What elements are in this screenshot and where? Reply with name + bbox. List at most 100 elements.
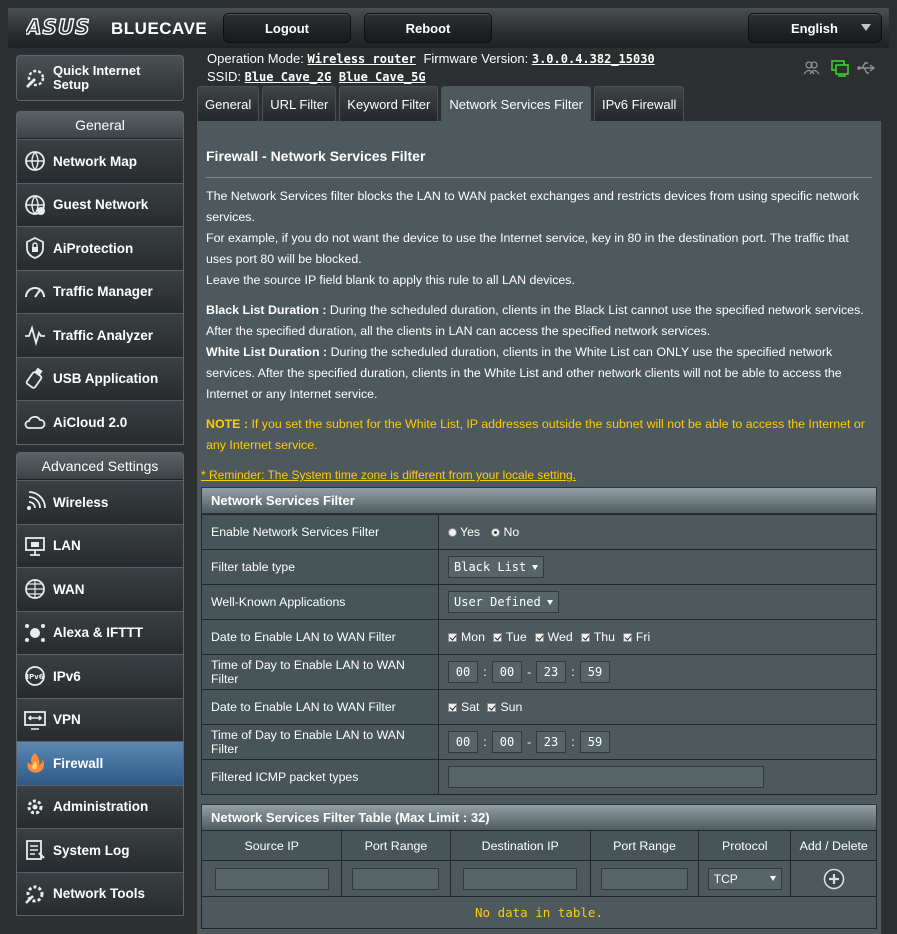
tab-ipv6-firewall[interactable]: IPv6 Firewall — [594, 86, 685, 121]
weekend-end-hour-input[interactable]: 23 — [536, 731, 566, 753]
sidebar-item-label: Traffic Manager — [53, 284, 153, 300]
logout-button[interactable]: Logout — [223, 13, 351, 43]
sidebar-item-network-tools[interactable]: Network Tools — [17, 871, 183, 915]
description: The Network Services filter blocks the L… — [206, 186, 876, 291]
language-select[interactable]: English — [748, 13, 882, 43]
enable-no-radio[interactable]: No — [491, 525, 519, 539]
weekend-time-label: Time of Day to Enable LAN to WAN Filter — [201, 724, 439, 760]
advanced-settings-menu: Advanced Settings Wireless LAN WAN Alexa & … — [16, 452, 184, 916]
filter-section-header: Network Services Filter — [201, 487, 877, 514]
enable-yes-radio[interactable]: Yes — [448, 525, 480, 539]
sidebar-item-aicloud-2-0[interactable]: AiCloud 2.0 — [17, 400, 183, 444]
filter-table-type-select[interactable]: Black List — [448, 556, 545, 578]
guest-network-icon — [25, 194, 45, 215]
sidebar-item-aiprotection[interactable]: AiProtection — [17, 226, 183, 270]
new-rule-row: TCP — [200, 860, 877, 897]
sidebar-item-wan[interactable]: WAN — [17, 567, 183, 611]
sidebar-item-traffic-analyzer[interactable]: Traffic Analyzer — [17, 313, 183, 357]
wan-icon — [25, 579, 45, 599]
checkbox-checked — [487, 703, 497, 712]
column-header: Source IP — [200, 830, 343, 861]
quick-internet-setup-button[interactable]: Quick Internet Setup — [16, 55, 184, 101]
description-line: For example, if you do not want the devi… — [206, 231, 849, 266]
checkbox-checked — [534, 633, 544, 642]
sidebar-item-wireless[interactable]: Wireless — [17, 480, 183, 524]
weekday-start-hour-input[interactable]: 00 — [448, 661, 478, 683]
tab-network-services-filter[interactable]: Network Services Filter — [441, 86, 591, 121]
sidebar-item-ipv6[interactable]: IPv6 IPv6 — [17, 654, 183, 698]
note-text: If you set the subnet for the White List… — [206, 417, 865, 452]
operation-mode-link[interactable]: Wireless router — [307, 52, 415, 66]
sidebar-item-network-map[interactable]: Network Map — [17, 139, 183, 183]
well-known-apps-select[interactable]: User Defined — [448, 591, 559, 613]
system-log-icon — [26, 840, 45, 860]
source-port-range-input[interactable] — [352, 867, 440, 890]
sidebar-item-label: USB Application — [53, 371, 159, 387]
icmp-types-input[interactable] — [448, 766, 764, 788]
protocol-select[interactable]: TCP — [707, 867, 782, 890]
sidebar-item-alexa-ifttt[interactable]: Alexa & IFTTT — [17, 610, 183, 654]
reboot-button[interactable]: Reboot — [364, 13, 492, 43]
checkbox-checked — [492, 633, 502, 642]
timezone-reminder-link[interactable]: * Reminder: The System time zone is diff… — [201, 468, 576, 482]
ssid-2g-link[interactable]: Blue Cave_2G — [245, 70, 332, 84]
ssid-5g-link[interactable]: Blue Cave_5G — [339, 70, 426, 84]
filter-table-type-row: Filter table type Black List — [201, 549, 877, 585]
time-separator: : — [483, 665, 487, 679]
main-content: Firewall - Network Services Filter The N… — [197, 121, 881, 934]
sidebar-item-guest-network[interactable]: Guest Network — [17, 182, 183, 226]
destination-port-range-input[interactable] — [601, 867, 688, 890]
weekend-date-row: Date to Enable LAN to WAN Filter Sat Sun — [201, 689, 877, 725]
column-header: Add / Delete — [790, 830, 877, 861]
sidebar-item-firewall[interactable]: Firewall — [17, 741, 183, 785]
day-label: Fri — [635, 630, 651, 644]
sidebar-item-label: AiProtection — [53, 240, 134, 256]
administration-icon — [27, 799, 43, 814]
day-checkbox-sat[interactable]: Sat — [448, 700, 479, 714]
column-header: Protocol — [698, 830, 792, 861]
day-checkbox-mon[interactable]: Mon — [448, 630, 485, 644]
weekend-start-minute-input[interactable]: 00 — [492, 731, 522, 753]
aiprotection-icon — [26, 236, 44, 259]
sidebar-item-traffic-manager[interactable]: Traffic Manager — [17, 269, 183, 313]
weekday-end-minute-input[interactable]: 59 — [580, 661, 610, 683]
ssid-label: SSID: — [207, 69, 241, 84]
tab-url-filter[interactable]: URL Filter — [262, 86, 337, 121]
enable-no-label: No — [503, 525, 520, 539]
source-ip-input[interactable] — [214, 867, 329, 890]
destination-ip-input[interactable] — [463, 867, 578, 890]
day-checkbox-wed[interactable]: Wed — [534, 630, 573, 644]
day-label: Sun — [500, 700, 523, 714]
icmp-label: Filtered ICMP packet types — [201, 759, 439, 795]
day-label: Tue — [505, 630, 527, 644]
day-checkbox-sun[interactable]: Sun — [487, 700, 522, 714]
add-icon[interactable] — [823, 868, 845, 890]
day-label: Sat — [461, 700, 480, 714]
clients-icon[interactable] — [803, 61, 820, 75]
weekend-start-hour-input[interactable]: 00 — [448, 731, 478, 753]
sidebar-item-label: Guest Network — [53, 197, 149, 213]
sidebar-item-vpn[interactable]: VPN — [17, 697, 183, 741]
tab-keyword-filter[interactable]: Keyword Filter — [339, 86, 439, 121]
network-status-icon[interactable] — [831, 60, 849, 77]
operation-mode-label: Operation Mode: — [207, 51, 304, 66]
tab-general[interactable]: General — [197, 86, 260, 121]
weekday-start-minute-input[interactable]: 00 — [492, 661, 522, 683]
usb-icon[interactable] — [857, 62, 876, 74]
weekend-end-minute-input[interactable]: 59 — [580, 731, 610, 753]
lan-icon — [25, 536, 45, 556]
sidebar-item-usb-application[interactable]: USB Application — [17, 356, 183, 400]
time-separator: : — [571, 735, 575, 749]
sidebar-item-system-log[interactable]: System Log — [17, 828, 183, 872]
day-checkbox-fri[interactable]: Fri — [622, 630, 651, 644]
no-data-text: No data in table. — [201, 896, 877, 929]
day-checkbox-tue[interactable]: Tue — [492, 630, 527, 644]
range-separator: - — [526, 735, 532, 749]
sidebar-item-lan[interactable]: LAN — [17, 523, 183, 567]
day-checkbox-thu[interactable]: Thu — [580, 630, 615, 644]
sidebar-item-administration[interactable]: Administration — [17, 784, 183, 828]
weekday-date-label: Date to Enable LAN to WAN Filter — [201, 619, 439, 655]
firmware-version-link[interactable]: 3.0.0.4.382_15030 — [532, 52, 655, 66]
weekday-end-hour-input[interactable]: 23 — [536, 661, 566, 683]
day-label: Thu — [593, 630, 615, 644]
